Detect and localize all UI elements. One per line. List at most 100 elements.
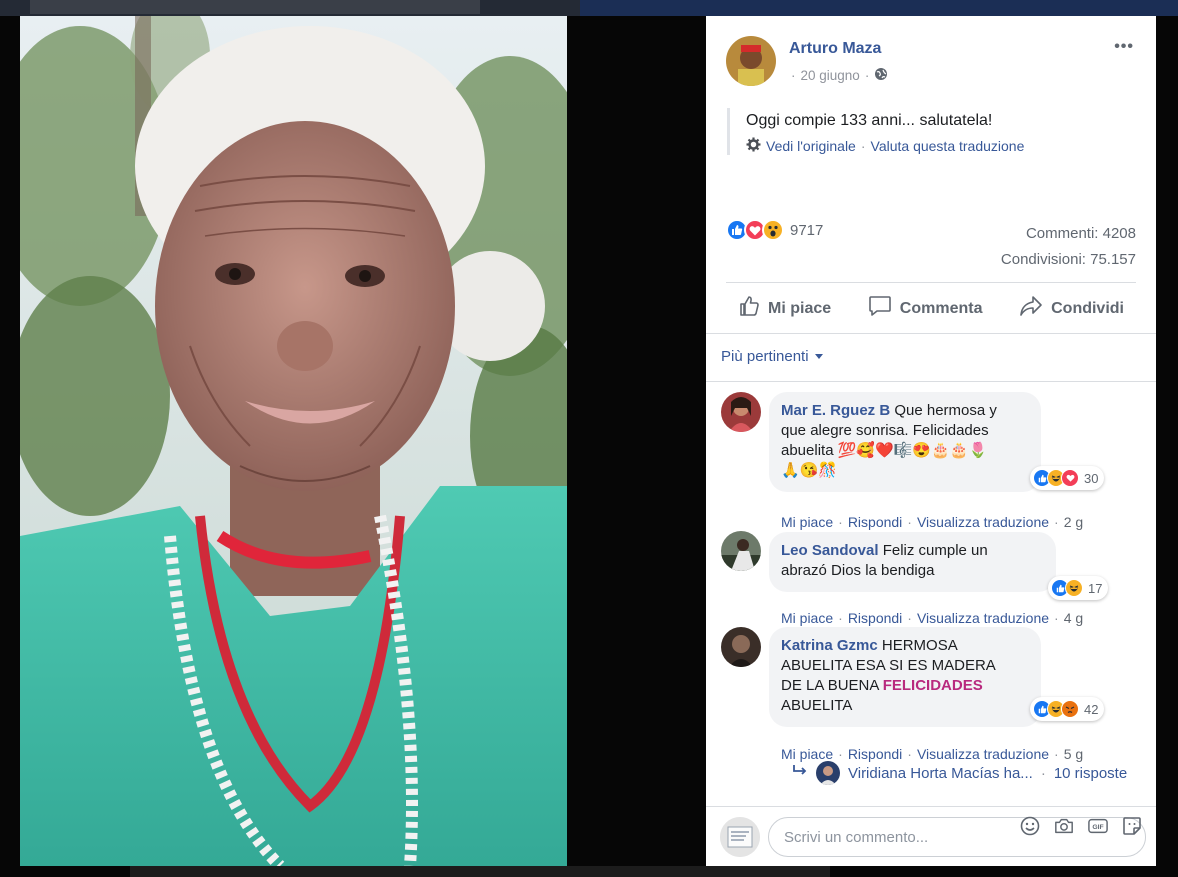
commenter-avatar[interactable]	[721, 531, 761, 571]
comment-reply-link[interactable]: Rispondi	[848, 514, 902, 530]
post-body: Oggi compie 133 anni... salutatela! Vedi…	[727, 108, 1127, 155]
post-stats: Commenti: 4208 Condivisioni: 75.157	[1001, 221, 1136, 273]
comment-bubble: Mar E. Rguez B Que hermosa y que alegre …	[769, 392, 1041, 492]
comment-reply-link[interactable]: Rispondi	[848, 610, 902, 626]
gif-icon[interactable]: GIF	[1088, 816, 1108, 836]
comment-translate-link[interactable]: Visualizza traduzione	[917, 514, 1049, 530]
commenter-avatar[interactable]	[721, 392, 761, 432]
post-meta-leading-separator: ·	[791, 68, 796, 83]
share-button[interactable]: Condividi	[1019, 295, 1124, 322]
love-icon	[1061, 469, 1079, 487]
globe-icon	[874, 67, 888, 84]
thumbs-up-icon	[738, 295, 760, 322]
wow-icon	[762, 219, 784, 241]
comment-actions-separator: ·	[838, 610, 843, 626]
shares-count[interactable]: Condivisioni: 75.157	[1001, 247, 1136, 273]
comment-actions-separator: ·	[1054, 746, 1059, 762]
comment-reactions-count: 30	[1084, 470, 1099, 486]
sort-divider	[706, 381, 1156, 382]
author-name[interactable]: Arturo Maza	[789, 40, 881, 58]
comment-text: Feliz cumple un	[878, 542, 988, 559]
comment-reactions-count: 17	[1088, 580, 1103, 596]
comment-text-line: que alegre sonrisa. Felicidades	[781, 422, 989, 439]
gear-icon[interactable]	[746, 137, 761, 155]
comment-button[interactable]: Commenta	[868, 295, 983, 322]
post-reactions[interactable]: 9717	[726, 219, 823, 241]
comment-translate-link[interactable]: Visualizza traduzione	[917, 746, 1049, 762]
background-feed-strip	[130, 866, 830, 877]
author-avatar[interactable]	[726, 36, 776, 86]
comment-reactions[interactable]: 30	[1030, 466, 1105, 490]
commenter-name[interactable]: Leo Sandoval	[781, 542, 879, 559]
reply-arrow-icon	[792, 764, 808, 782]
post-date[interactable]: 20 giugno	[801, 68, 860, 83]
comment-icon	[868, 295, 892, 322]
sticker-icon[interactable]	[1122, 816, 1142, 836]
translation-separator: ·	[860, 138, 866, 154]
replier-name: Viridiana Horta Macías ha...	[848, 764, 1033, 782]
see-original-link[interactable]: Vedi l'originale	[766, 138, 856, 154]
comment-highlight-text: FELICIDADES	[882, 677, 983, 694]
comment-text-line: ABUELITA ESA SI ES MADERA	[781, 657, 996, 674]
comment-like-link[interactable]: Mi piace	[781, 514, 833, 530]
comment-actions-separator: ·	[907, 514, 912, 530]
comment-actions-separator: ·	[838, 746, 843, 762]
comment-button-label: Commenta	[899, 299, 983, 317]
comment-text: Que hermosa y	[890, 402, 997, 419]
comment-time[interactable]: 4 g	[1064, 610, 1083, 626]
caret-down-icon	[814, 354, 823, 359]
post-text: Oggi compie 133 anni... salutatela!	[746, 112, 993, 129]
post-photo[interactable]	[20, 16, 567, 866]
comment-reactions[interactable]: 17	[1048, 576, 1109, 600]
comment-actions: Mi piace · Rispondi · Visualizza traduzi…	[781, 746, 1083, 762]
comment-sort-label: Più pertinenti	[721, 348, 809, 365]
comment-text-line: ABUELITA	[781, 697, 853, 714]
comment-text-line: abuelita 💯🥰❤️🎼😍🎂🎂🌷	[781, 442, 988, 459]
commenter-name[interactable]: Mar E. Rguez B	[781, 402, 890, 419]
camera-icon[interactable]	[1054, 816, 1074, 836]
share-button-label: Condividi	[1051, 299, 1124, 317]
like-button-label: Mi piace	[768, 299, 832, 317]
comment-like-link[interactable]: Mi piace	[781, 610, 833, 626]
comment-time[interactable]: 2 g	[1064, 514, 1083, 530]
gif-icon-label: GIF	[1092, 824, 1103, 831]
comment-like-link[interactable]: Mi piace	[781, 746, 833, 762]
post-panel: Arturo Maza · 20 giugno · ••• Oggi compi…	[706, 16, 1156, 866]
comment-actions: Mi piace · Rispondi · Visualizza traduzi…	[781, 514, 1083, 530]
comment-translate-link[interactable]: Visualizza traduzione	[917, 610, 1049, 626]
post-meta-separator: ·	[864, 68, 870, 83]
comment-actions-separator: ·	[1054, 514, 1059, 530]
current-user-avatar	[720, 817, 760, 857]
reactions-count[interactable]: 9717	[790, 222, 823, 239]
comment-composer: Scrivi un commento... GIF	[706, 806, 1156, 866]
post-meta: · 20 giugno ·	[791, 67, 888, 84]
angry-icon	[1061, 700, 1079, 718]
replier-avatar	[816, 761, 840, 785]
more-options-button[interactable]: •••	[1114, 38, 1134, 56]
haha-icon	[1065, 579, 1083, 597]
comments-count[interactable]: Commenti: 4208	[1001, 221, 1136, 247]
background-top-bar	[0, 0, 1178, 16]
comment-actions: Mi piace · Rispondi · Visualizza traduzi…	[781, 610, 1083, 626]
translation-bar: Vedi l'originale · Valuta questa traduzi…	[746, 137, 1127, 155]
comment-text-line: abrazó Dios la bendiga	[781, 562, 935, 579]
actions-divider	[706, 333, 1156, 334]
like-button[interactable]: Mi piace	[738, 295, 831, 322]
commenter-name[interactable]: Katrina Gzmc	[781, 637, 878, 654]
post-header: Arturo Maza · 20 giugno · •••	[706, 16, 1156, 106]
share-icon	[1019, 295, 1043, 322]
emoji-icon[interactable]	[1020, 816, 1040, 836]
comment-time[interactable]: 5 g	[1064, 746, 1083, 762]
replies-count: 10 risposte	[1053, 764, 1128, 782]
comment-actions-separator: ·	[838, 514, 843, 530]
rate-translation-link[interactable]: Valuta questa traduzione	[871, 138, 1025, 154]
comment-sort-dropdown[interactable]: Più pertinenti	[721, 348, 823, 365]
comment-reactions[interactable]: 42	[1030, 697, 1105, 721]
post-actions: Mi piace Commenta Condividi	[726, 282, 1136, 334]
view-replies-link[interactable]: Viridiana Horta Macías ha... · 10 rispos…	[792, 761, 1127, 785]
replies-separator: ·	[1040, 764, 1046, 782]
comment-reply-link[interactable]: Rispondi	[848, 746, 902, 762]
comment-text-line: 🙏😘🎊	[781, 462, 838, 479]
commenter-avatar[interactable]	[721, 627, 761, 667]
comment-bubble: Katrina Gzmc HERMOSA ABUELITA ESA SI ES …	[769, 627, 1041, 727]
